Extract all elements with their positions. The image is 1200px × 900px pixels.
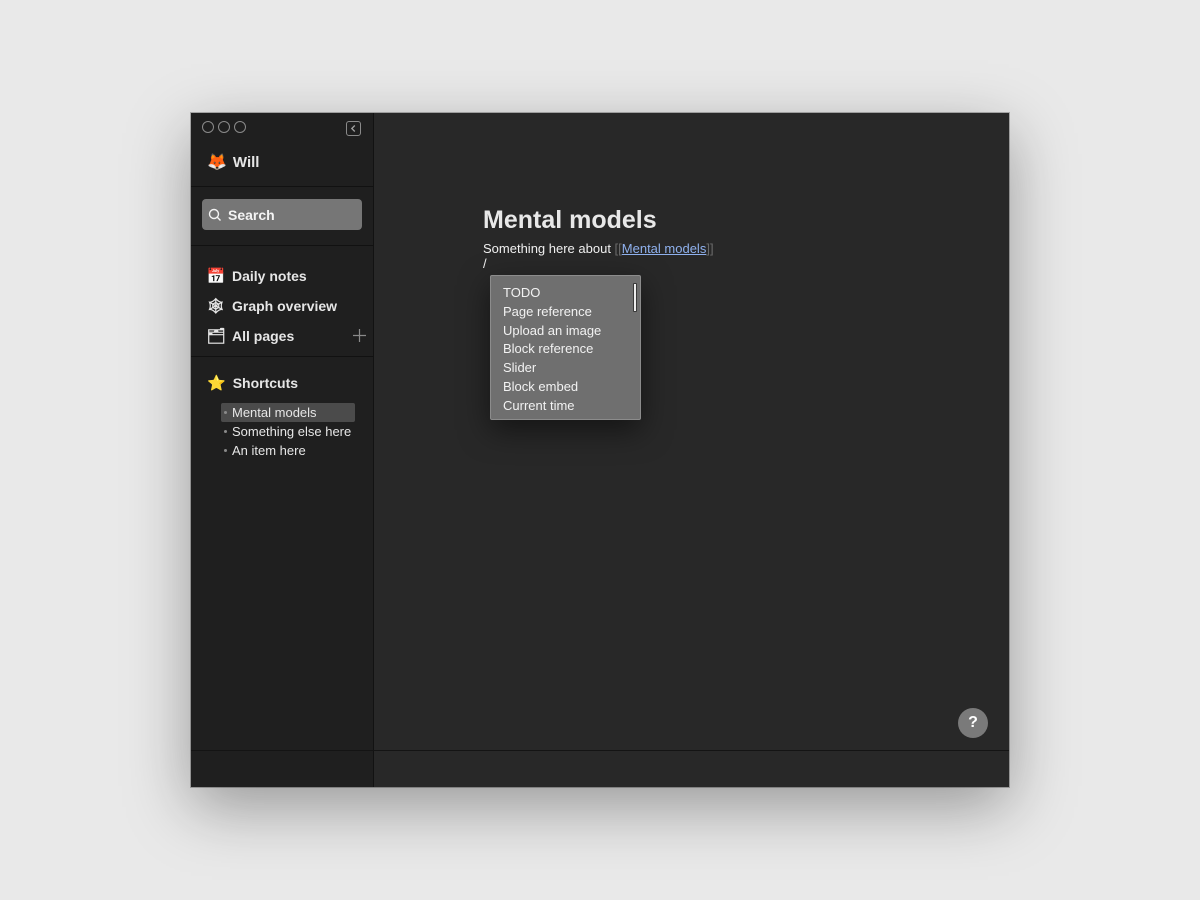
bullet-icon bbox=[224, 449, 227, 452]
shortcut-label: An item here bbox=[232, 443, 306, 458]
shortcut-item-an-item-here[interactable]: An item here bbox=[221, 441, 355, 460]
help-button[interactable]: ? bbox=[958, 708, 988, 738]
graph-icon: 🕸 bbox=[206, 298, 226, 315]
menu-item-slider[interactable]: Slider bbox=[503, 359, 640, 378]
sidebar: 🦊 Will Search 📅 Daily notes 🕸 Graph over… bbox=[191, 113, 374, 787]
sidebar-item-label: Graph overview bbox=[232, 298, 338, 314]
close-window-button[interactable] bbox=[202, 121, 214, 133]
menu-item-block-embed[interactable]: Block embed bbox=[503, 378, 640, 397]
footer-divider bbox=[191, 750, 1009, 751]
block-text-before: Something here about bbox=[483, 241, 615, 256]
bullet-icon bbox=[224, 411, 227, 414]
page-reference-link[interactable]: Mental models bbox=[622, 241, 707, 256]
search-label: Search bbox=[228, 206, 275, 223]
shortcut-item-mental-models[interactable]: Mental models bbox=[221, 403, 356, 422]
slash-command-menu: TODO Page reference Upload an image Bloc… bbox=[490, 275, 641, 420]
shortcut-item-something-else-here[interactable]: Something else here bbox=[221, 422, 355, 441]
close-bracket: ]] bbox=[706, 241, 714, 256]
divider bbox=[191, 356, 374, 357]
shortcuts-label: Shortcuts bbox=[232, 375, 299, 391]
page-title[interactable]: Mental models bbox=[483, 206, 657, 235]
divider bbox=[191, 245, 374, 246]
main-content: Mental models Something here about [[Men… bbox=[374, 113, 1009, 787]
menu-item-upload-image[interactable]: Upload an image bbox=[503, 322, 640, 341]
shortcuts-list: Mental models Something else here An ite… bbox=[221, 403, 356, 460]
chevron-left-icon bbox=[350, 125, 356, 132]
maximize-window-button[interactable] bbox=[234, 121, 246, 133]
menu-item-block-reference[interactable]: Block reference bbox=[503, 340, 640, 359]
open-bracket: [[ bbox=[614, 241, 622, 256]
search-icon bbox=[208, 208, 221, 221]
sidebar-item-daily-notes[interactable]: 📅 Daily notes bbox=[207, 261, 367, 291]
collapse-sidebar-button[interactable] bbox=[346, 121, 361, 136]
menu-item-current-time[interactable]: Current time bbox=[503, 397, 640, 416]
divider bbox=[191, 186, 374, 187]
bullet-icon bbox=[224, 430, 227, 433]
sidebar-item-all-pages[interactable]: 🗂 All pages bbox=[206, 321, 367, 351]
sidebar-nav: 📅 Daily notes 🕸 Graph overview 🗂 All pag… bbox=[206, 261, 367, 351]
shortcuts-header: ⭐ Shortcuts bbox=[207, 374, 298, 392]
sidebar-item-label: Daily notes bbox=[232, 268, 307, 284]
star-icon: ⭐ bbox=[207, 375, 226, 392]
block-text[interactable]: Something here about [[Mental models]] bbox=[483, 241, 714, 256]
add-page-icon[interactable] bbox=[352, 328, 367, 343]
window-controls bbox=[202, 121, 246, 133]
minimize-window-button[interactable] bbox=[218, 121, 230, 133]
calendar-icon: 📅 bbox=[206, 268, 226, 285]
sidebar-item-graph-overview[interactable]: 🕸 Graph overview bbox=[206, 291, 367, 321]
folder-icon: 🗂 bbox=[206, 328, 226, 345]
shortcut-label: Something else here bbox=[232, 424, 352, 439]
search-button[interactable]: Search bbox=[202, 199, 362, 230]
app-window: 🦊 Will Search 📅 Daily notes 🕸 Graph over… bbox=[191, 113, 1009, 787]
user-profile[interactable]: 🦊 Will bbox=[207, 152, 259, 172]
menu-item-page-reference[interactable]: Page reference bbox=[503, 303, 640, 322]
fox-icon: 🦊 bbox=[207, 154, 227, 171]
sidebar-item-label: All pages bbox=[232, 328, 295, 344]
menu-scrollbar[interactable] bbox=[633, 283, 637, 312]
shortcut-label: Mental models bbox=[232, 405, 317, 420]
block-editor-input[interactable]: / bbox=[483, 256, 487, 271]
user-name: Will bbox=[232, 153, 260, 171]
menu-item-todo[interactable]: TODO bbox=[503, 284, 640, 303]
